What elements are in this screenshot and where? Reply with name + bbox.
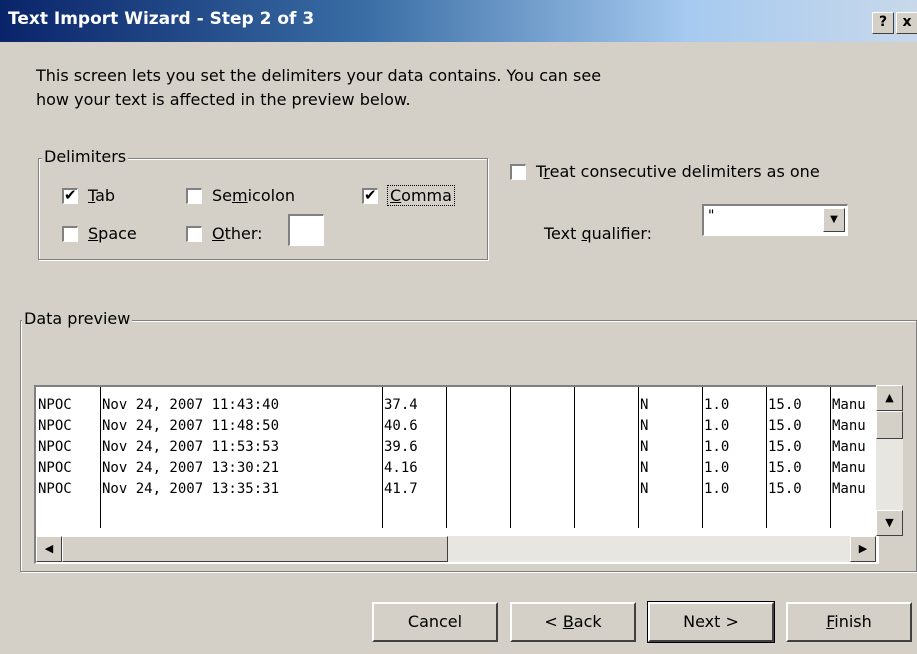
other-checkbox[interactable]: Other: xyxy=(186,224,263,243)
back-button[interactable]: < Back xyxy=(510,602,636,642)
cancel-button[interactable]: Cancel xyxy=(372,602,498,642)
preview-cell: 4.16 xyxy=(384,460,418,476)
description-line-2: how your text is affected in the preview… xyxy=(36,90,411,109)
preview-cell: 41.7 xyxy=(384,481,418,497)
scroll-up-icon[interactable]: ▲ xyxy=(876,385,903,411)
preview-cell: NPOC xyxy=(38,418,72,434)
semicolon-label: Semicolon xyxy=(212,186,295,205)
window-title: Text Import Wizard - Step 2 of 3 xyxy=(8,9,315,29)
preview-cell: 1.0 xyxy=(704,460,730,476)
preview-cell: 15.0 xyxy=(768,439,802,455)
other-delimiter-input[interactable] xyxy=(288,214,324,246)
preview-cell: N xyxy=(640,460,649,476)
scroll-down-icon[interactable]: ▼ xyxy=(876,510,903,536)
delimiters-group xyxy=(38,158,488,260)
preview-cell: 1.0 xyxy=(704,418,730,434)
preview-cell: 15.0 xyxy=(768,460,802,476)
help-button[interactable]: ? xyxy=(872,12,894,34)
preview-cell: 1.0 xyxy=(704,439,730,455)
dropdown-arrow-icon[interactable]: ▼ xyxy=(823,208,845,232)
vertical-scroll-thumb[interactable] xyxy=(876,411,903,439)
preview-cell: 15.0 xyxy=(768,481,802,497)
text-qualifier-select[interactable]: " ▼ xyxy=(702,204,848,236)
space-checkbox[interactable]: Space xyxy=(62,224,137,243)
preview-cell: Manu xyxy=(832,481,866,497)
preview-vertical-scrollbar[interactable]: ▲ ▼ xyxy=(876,385,903,536)
tab-checkbox[interactable]: Tab xyxy=(62,186,115,205)
comma-check-box[interactable] xyxy=(362,186,378,204)
preview-cell: N xyxy=(640,397,649,413)
comma-checkbox[interactable]: Comma xyxy=(362,185,455,206)
preview-cell: 39.6 xyxy=(384,439,418,455)
preview-cell: Manu xyxy=(832,460,866,476)
data-preview-grid: NPOC Nov 24, 2007 11:43:40 37.4 N 1.0 15.0 Man… xyxy=(36,387,878,528)
text-import-wizard-dialog: Text Import Wizard - Step 2 of 3 ? x Thi… xyxy=(0,0,917,654)
treat-consecutive-label: Treat consecutive delimiters as one xyxy=(536,162,820,181)
title-bar: Text Import Wizard - Step 2 of 3 ? x xyxy=(0,0,917,42)
preview-cell: Nov 24, 2007 13:35:31 xyxy=(102,481,280,497)
finish-button[interactable]: Finish xyxy=(786,602,912,642)
preview-cell: 1.0 xyxy=(704,481,730,497)
description-text: This screen lets you set the delimiters … xyxy=(36,64,716,112)
description-line-1: This screen lets you set the delimiters … xyxy=(36,66,602,85)
semicolon-checkbox[interactable]: Semicolon xyxy=(186,186,295,205)
scroll-right-icon[interactable]: ▶ xyxy=(850,536,876,562)
semicolon-check-box[interactable] xyxy=(186,187,202,204)
close-button[interactable]: x xyxy=(896,12,917,34)
preview-cell: NPOC xyxy=(38,460,72,476)
space-label: Space xyxy=(88,224,137,243)
preview-cell: Nov 24, 2007 11:48:50 xyxy=(102,418,280,434)
next-button[interactable]: Next > xyxy=(647,601,775,643)
preview-cell: 15.0 xyxy=(768,397,802,413)
preview-cell: NPOC xyxy=(38,481,72,497)
preview-cell: Nov 24, 2007 11:53:53 xyxy=(102,439,280,455)
other-check-box[interactable] xyxy=(186,225,202,242)
preview-cell: NPOC xyxy=(38,439,72,455)
preview-cell: Manu xyxy=(832,397,866,413)
preview-cell: 37.4 xyxy=(384,397,418,413)
preview-cell: N xyxy=(640,439,649,455)
comma-label: Comma xyxy=(387,185,455,206)
text-qualifier-label: Text qualifier: xyxy=(544,224,653,243)
preview-cell: 15.0 xyxy=(768,418,802,434)
preview-cell: NPOC xyxy=(38,397,72,413)
tab-label: Tab xyxy=(88,186,116,205)
preview-cell: Nov 24, 2007 11:43:40 xyxy=(102,397,280,413)
preview-cell: Manu xyxy=(832,418,866,434)
preview-cell: 40.6 xyxy=(384,418,418,434)
delimiters-legend: Delimiters xyxy=(42,147,129,166)
treat-consecutive-check-box[interactable] xyxy=(510,163,526,180)
other-label: Other: xyxy=(212,224,263,243)
tab-check-box[interactable] xyxy=(62,186,78,204)
text-qualifier-value: " xyxy=(708,208,715,224)
treat-consecutive-checkbox[interactable]: Treat consecutive delimiters as one xyxy=(510,162,820,181)
preview-cell: N xyxy=(640,418,649,434)
preview-cell: 1.0 xyxy=(704,397,730,413)
horizontal-scroll-thumb[interactable] xyxy=(62,536,448,562)
scroll-left-icon[interactable]: ◀ xyxy=(36,536,62,562)
space-check-box[interactable] xyxy=(62,225,78,242)
preview-cell: Nov 24, 2007 13:30:21 xyxy=(102,460,280,476)
preview-cell: N xyxy=(640,481,649,497)
preview-horizontal-scrollbar[interactable]: ◀ ▶ xyxy=(36,536,876,562)
data-preview-legend: Data preview xyxy=(22,309,133,328)
preview-cell: Manu xyxy=(832,439,866,455)
